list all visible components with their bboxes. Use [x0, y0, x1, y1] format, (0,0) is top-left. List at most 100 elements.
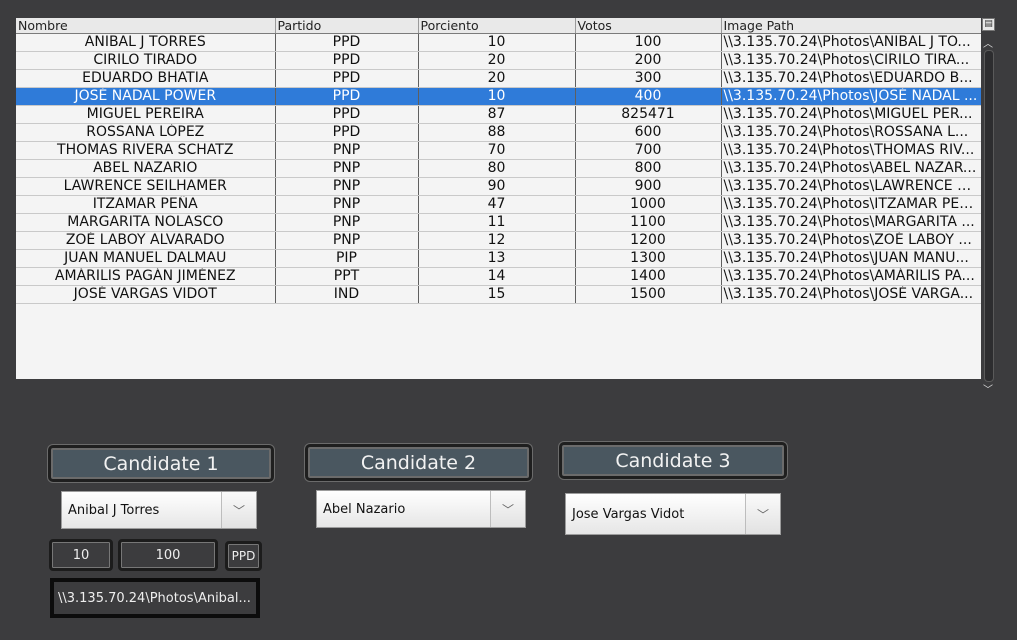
cell-porciento: 88 — [418, 123, 576, 142]
column-header-image-path[interactable]: Image Path — [721, 18, 981, 34]
cell-nombre: LAWRENCE SEILHAMER — [16, 177, 276, 196]
cell-partido: PNP — [275, 213, 419, 232]
cell-nombre: JOSÉ VARGAS VIDOT — [16, 285, 276, 304]
column-header-votos[interactable]: Votos — [575, 18, 722, 34]
table-body: ANIBAL J TORRES PPD 10 100 \\3.135.70.24\Pho… — [16, 33, 981, 304]
cell-votos: 400 — [575, 87, 722, 106]
candidate-1-porciento-field[interactable]: 10 — [49, 539, 113, 571]
cell-porciento: 12 — [418, 231, 576, 250]
candidate-1-votos-field[interactable]: 100 — [118, 539, 218, 571]
cell-nombre: CIRILO TIRADO — [16, 51, 276, 70]
cell-porciento: 10 — [418, 87, 576, 106]
cell-votos: 900 — [575, 177, 722, 196]
candidate-3-button[interactable]: Candidate 3 — [559, 442, 787, 479]
cell-nombre: MIGUEL PEREIRA — [16, 105, 276, 124]
cell-nombre: ROSSANA LÓPEZ — [16, 123, 276, 142]
cell-image-path: \\3.135.70.24\Photos\ZOÉ LABOY ... — [721, 231, 981, 250]
cell-image-path: \\3.135.70.24\Photos\JUAN MANU... — [721, 249, 981, 268]
cell-votos: 1100 — [575, 213, 722, 232]
column-header-nombre[interactable]: Nombre — [16, 18, 276, 34]
table-scrollbar[interactable]: ▤ ︿ ﹀ — [981, 18, 995, 396]
cell-nombre: MARGARITA NOLASCO — [16, 213, 276, 232]
cell-partido: PPD — [275, 87, 419, 106]
cell-votos: 1300 — [575, 249, 722, 268]
table-row[interactable]: ANIBAL J TORRES PPD 10 100 \\3.135.70.24\Pho… — [16, 33, 981, 52]
chevron-down-icon[interactable]: ﹀ — [490, 491, 525, 527]
cell-votos: 300 — [575, 69, 722, 88]
cell-nombre: ZOÉ LABOY ALVARADO — [16, 231, 276, 250]
cell-image-path: \\3.135.70.24\Photos\MARGARITA ... — [721, 213, 981, 232]
cell-votos: 1200 — [575, 231, 722, 250]
cell-nombre: THOMAS RIVERA SCHATZ — [16, 141, 276, 160]
cell-partido: PNP — [275, 159, 419, 178]
cell-image-path: \\3.135.70.24\Photos\ITZAMAR PER... — [721, 195, 981, 214]
table-row[interactable]: ZOÉ LABOY ALVARADO PNP 12 1200 \\3.135.70.24… — [16, 231, 981, 250]
cell-votos: 700 — [575, 141, 722, 160]
cell-porciento: 87 — [418, 105, 576, 124]
cell-partido: PPD — [275, 51, 419, 70]
cell-image-path: \\3.135.70.24\Photos\MIGUEL PER... — [721, 105, 981, 124]
table-row[interactable]: AMÁRILIS PAGÁN JIMÉNEZ PPT 14 1400 \\3.135.7… — [16, 267, 981, 286]
table-row[interactable]: ROSSANA LÓPEZ PPD 88 600 \\3.135.70.24\Photo… — [16, 123, 981, 142]
cell-porciento: 90 — [418, 177, 576, 196]
table-row[interactable]: JOSÉ NADAL POWER PPD 10 400 \\3.135.70.24\Ph… — [16, 87, 981, 106]
cell-porciento: 20 — [418, 51, 576, 70]
cell-votos: 1500 — [575, 285, 722, 304]
candidate-3-select[interactable]: Jose Vargas Vidot ﹀ — [565, 493, 781, 535]
scrollbar-track[interactable] — [984, 50, 994, 382]
cell-porciento: 11 — [418, 213, 576, 232]
candidate-1-button[interactable]: Candidate 1 — [48, 445, 274, 482]
cell-porciento: 70 — [418, 141, 576, 160]
chevron-down-icon[interactable]: ﹀ — [221, 492, 256, 528]
cell-partido: PIP — [275, 249, 419, 268]
cell-nombre: ITZAMAR PEÑA — [16, 195, 276, 214]
cell-image-path: \\3.135.70.24\Photos\ANIBAL J TO... — [721, 33, 981, 52]
table-row[interactable]: JUAN MANUEL DALMAU PIP 13 1300 \\3.135.70.24… — [16, 249, 981, 268]
candidate-1-image-path-field[interactable]: \\3.135.70.24\Photos\Anibal... — [50, 578, 260, 618]
scroll-down-icon[interactable]: ﹀ — [983, 381, 993, 396]
cell-image-path: \\3.135.70.24\Photos\LAWRENCE S... — [721, 177, 981, 196]
candidate-1-partido-field[interactable]: PPD — [225, 541, 262, 571]
table-row[interactable]: CIRILO TIRADO PPD 20 200 \\3.135.70.24\Photo… — [16, 51, 981, 70]
cell-partido: PPT — [275, 267, 419, 286]
table-row[interactable]: ITZAMAR PEÑA PNP 47 1000 \\3.135.70.24\Photo… — [16, 195, 981, 214]
cell-votos: 1400 — [575, 267, 722, 286]
cell-votos: 825471 — [575, 105, 722, 124]
candidate-1-select[interactable]: Anibal J Torres ﹀ — [61, 491, 257, 529]
cell-partido: PPD — [275, 33, 419, 52]
cell-image-path: \\3.135.70.24\Photos\CIRILO TIRA... — [721, 51, 981, 70]
table-row[interactable]: EDUARDO BHATIA PPD 20 300 \\3.135.70.24\Phot… — [16, 69, 981, 88]
table-row[interactable]: MARGARITA NOLASCO PNP 11 1100 \\3.135.70.24\… — [16, 213, 981, 232]
cell-partido: PNP — [275, 195, 419, 214]
chevron-down-icon[interactable]: ﹀ — [745, 494, 780, 534]
candidate-2-button[interactable]: Candidate 2 — [305, 444, 532, 481]
cell-partido: PNP — [275, 177, 419, 196]
candidate-2-select[interactable]: Abel Nazario ﹀ — [316, 490, 526, 528]
cell-votos: 600 — [575, 123, 722, 142]
candidate-2-selected-value: Abel Nazario — [323, 501, 406, 517]
cell-porciento: 47 — [418, 195, 576, 214]
candidate-1-selected-value: Anibal J Torres — [68, 502, 160, 518]
table-row[interactable]: MIGUEL PEREIRA PPD 87 825471 \\3.135.70.24\P… — [16, 105, 981, 124]
cell-nombre: EDUARDO BHATIA — [16, 69, 276, 88]
cell-nombre: JUAN MANUEL DALMAU — [16, 249, 276, 268]
cell-votos: 100 — [575, 33, 722, 52]
cell-partido: PPD — [275, 69, 419, 88]
cell-image-path: \\3.135.70.24\Photos\JOSÉ NADAL ... — [721, 87, 981, 106]
table-row[interactable]: LAWRENCE SEILHAMER PNP 90 900 \\3.135.70.24\… — [16, 177, 981, 196]
candidates-table[interactable]: Nombre Partido Porciento Votos Image Pat… — [16, 18, 981, 379]
cell-nombre: ANIBAL J TORRES — [16, 33, 276, 52]
table-row[interactable]: JOSÉ VARGAS VIDOT IND 15 1500 \\3.135.70.24\… — [16, 285, 981, 304]
scroll-up-icon[interactable]: ︿ — [983, 35, 993, 50]
column-header-partido[interactable]: Partido — [275, 18, 419, 34]
cell-porciento: 15 — [418, 285, 576, 304]
cell-nombre: AMÁRILIS PAGÁN JIMÉNEZ — [16, 267, 276, 286]
table-row[interactable]: ABEL NAZARIO PNP 80 800 \\3.135.70.24\Photos… — [16, 159, 981, 178]
cell-image-path: \\3.135.70.24\Photos\ABEL NAZAR... — [721, 159, 981, 178]
candidates-grid: Nombre Partido Porciento Votos Image Pat… — [16, 18, 981, 304]
table-row[interactable]: THOMAS RIVERA SCHATZ PNP 70 700 \\3.135.70.2… — [16, 141, 981, 160]
column-header-porciento[interactable]: Porciento — [418, 18, 576, 34]
cell-partido: PNP — [275, 141, 419, 160]
cell-porciento: 20 — [418, 69, 576, 88]
column-control-icon[interactable]: ▤ — [982, 18, 995, 31]
